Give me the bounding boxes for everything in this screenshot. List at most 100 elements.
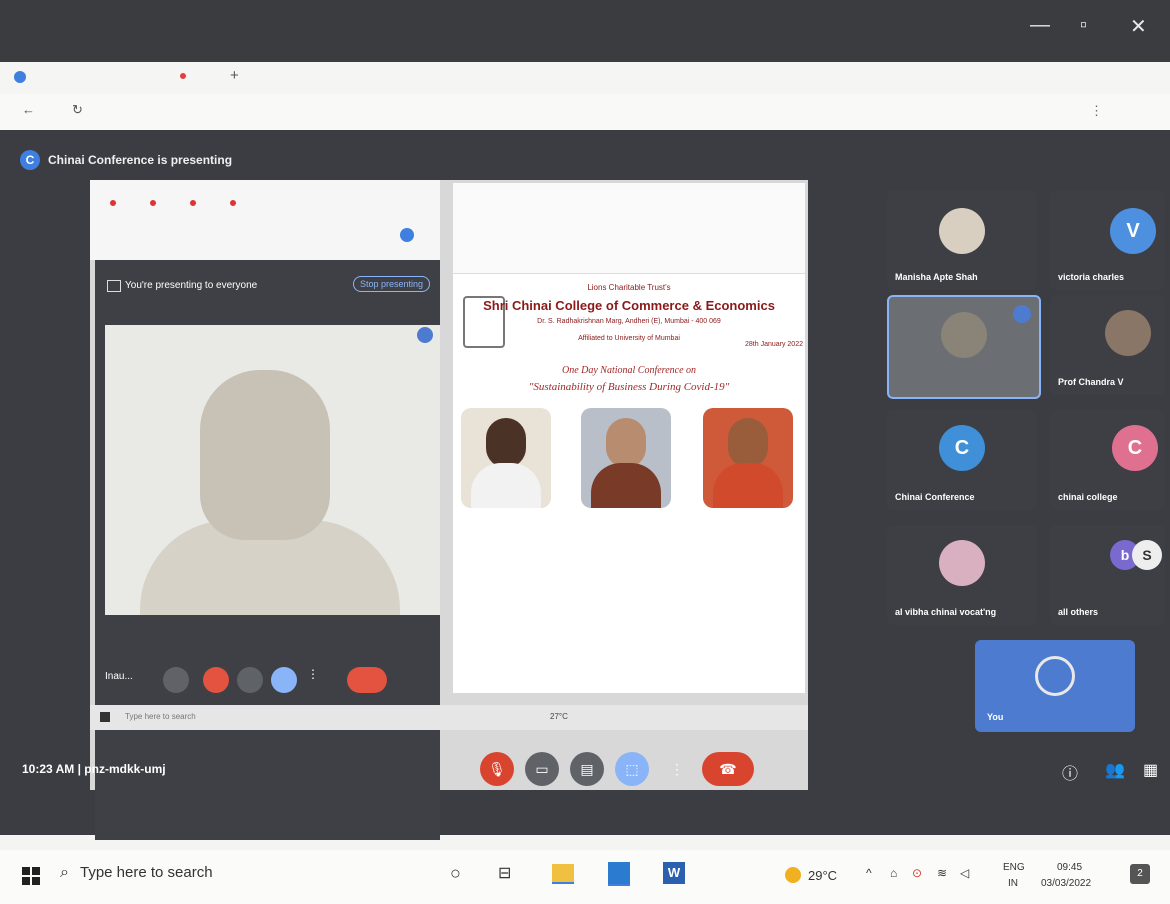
camera-off-icon <box>203 667 229 693</box>
avatar <box>939 540 985 586</box>
self-view-tile[interactable]: You <box>975 640 1135 732</box>
participant-name: Chinai Conference <box>895 492 975 502</box>
volume-icon[interactable]: ◁ <box>960 866 969 880</box>
reload-icon[interactable]: ↻ <box>72 102 83 118</box>
doc-address: Dr. S. Radhakrishnan Marg, Andheri (E), … <box>537 318 721 325</box>
doc-conference-theme: "Sustainability of Business During Covid… <box>528 381 730 393</box>
avatar: C <box>1112 425 1158 471</box>
participant-name: chinai college <box>1058 492 1118 502</box>
file-explorer-icon[interactable] <box>552 864 574 884</box>
activities-icon[interactable]: ▦ <box>1143 760 1158 780</box>
participant-name: victoria charles <box>1058 272 1125 282</box>
participant-tile-others[interactable]: b S all others <box>1050 525 1165 625</box>
captions-button[interactable]: ▤ <box>570 752 604 786</box>
doc-date: 28th January 2022 <box>745 341 803 348</box>
doc-conference-title: One Day National Conference on <box>561 365 697 376</box>
more-options-button[interactable]: ⋮ <box>660 752 694 786</box>
windows-start-icon <box>100 712 110 722</box>
participant-name: Manisha Apte Shah <box>895 272 978 282</box>
camera-button[interactable]: ▭ <box>525 752 559 786</box>
minimize-icon[interactable]: — <box>1030 14 1050 37</box>
app-icon[interactable] <box>608 862 630 886</box>
shared-screen: You're presenting to everyone Stop prese… <box>90 180 808 840</box>
captions-icon <box>237 667 263 693</box>
people-icon[interactable]: 👥 <box>1105 760 1125 780</box>
presenter-avatar: C <box>20 150 40 170</box>
taskbar-search-input[interactable]: Type here to search <box>80 864 213 881</box>
more-options-icon: ⋮ <box>307 667 319 681</box>
inner-browser-chrome <box>90 180 440 260</box>
participant-name: all others <box>1058 607 1099 617</box>
meeting-time-and-code: 10:23 AM | pnz-mdkk-umj <box>22 762 166 776</box>
participant-tile[interactable]: Prof Chandra V <box>1050 295 1165 395</box>
speaking-indicator-icon <box>1013 305 1031 323</box>
self-label: You <box>987 712 1004 722</box>
clock-time[interactable]: 09:45 <box>1057 862 1082 873</box>
network-icon[interactable]: ≋ <box>937 866 947 880</box>
participant-tile[interactable]: C Chinai Conference <box>887 410 1037 510</box>
avatar <box>939 208 985 254</box>
address-bar[interactable]: ← ↻ ⋮ <box>0 94 1170 131</box>
person-head <box>200 370 330 540</box>
language-indicator[interactable]: ENG <box>1003 862 1025 873</box>
mic-icon <box>163 667 189 693</box>
search-icon[interactable]: ⌕ <box>60 864 69 882</box>
menu-dots-icon[interactable]: ⋮ <box>1090 103 1103 119</box>
speaker-photo <box>703 408 793 508</box>
others-avatar: S <box>1132 540 1162 570</box>
keyboard-region[interactable]: IN <box>1008 878 1018 889</box>
inner-meeting-name: Inau... <box>105 671 133 682</box>
tray-app-icon[interactable]: ⊙ <box>912 866 922 880</box>
clock-date[interactable]: 03/03/2022 <box>1041 878 1091 889</box>
inner-taskbar: Type here to search 27°C <box>90 705 808 730</box>
participant-tile-active[interactable] <box>887 295 1041 399</box>
participant-tile[interactable]: al vibha chinai vocat'ng <box>887 525 1037 625</box>
pdf-viewer-toolbar <box>453 183 805 274</box>
profile-icon <box>400 228 414 242</box>
speaker-photo <box>461 408 551 508</box>
avatar: V <box>1110 208 1156 254</box>
speaker-photo <box>581 408 671 508</box>
participant-tile[interactable]: Manisha Apte Shah <box>887 190 1037 290</box>
present-icon <box>271 667 297 693</box>
chevron-up-icon[interactable]: ^ <box>866 866 872 880</box>
new-tab-icon[interactable]: + <box>230 67 239 84</box>
meet-tab-icon[interactable] <box>14 71 26 83</box>
tray-icon[interactable]: ⌂ <box>890 866 897 880</box>
divider: | <box>77 762 81 776</box>
presenting-to-everyone-text: You're presenting to everyone <box>125 280 258 291</box>
present-screen-icon <box>107 280 121 292</box>
avatar <box>1105 310 1151 356</box>
stop-presenting-button: Stop presenting <box>353 276 431 292</box>
close-icon[interactable]: ✕ <box>1130 14 1147 39</box>
temperature: 29°C <box>808 868 838 883</box>
present-button[interactable]: ⬚ <box>615 752 649 786</box>
meet-stage: C Chinai Conference is presenting You're… <box>0 130 1170 840</box>
inner-meet-window: You're presenting to everyone Stop prese… <box>95 260 440 840</box>
task-view-icon[interactable]: ⊟ <box>498 863 511 883</box>
participant-tile[interactable]: V victoria charles <box>1050 190 1165 290</box>
tab-dot-icon <box>150 200 156 206</box>
maximize-icon[interactable]: ▫ <box>1080 14 1087 37</box>
participant-name: Prof Chandra V <box>1058 377 1124 387</box>
word-icon[interactable]: W <box>663 862 685 884</box>
weather-icon <box>785 867 801 883</box>
leave-call-button[interactable]: ☎ <box>702 752 754 786</box>
participant-tile[interactable]: C chinai college <box>1050 410 1165 510</box>
windows-start-icon[interactable] <box>22 867 40 885</box>
meeting-code: pnz-mdkk-umj <box>84 762 166 776</box>
avatar <box>941 312 987 358</box>
notification-center-icon[interactable]: 2 <box>1130 864 1150 884</box>
back-icon[interactable]: ← <box>22 102 35 117</box>
presenting-banner: C Chinai Conference is presenting <box>20 150 232 170</box>
inner-search-text: Type here to search <box>125 712 196 721</box>
end-call-icon <box>347 667 387 693</box>
mic-off-button[interactable]: 🎙 <box>480 752 514 786</box>
info-icon[interactable]: ⓘ <box>1062 760 1078 784</box>
doc-college-name: Shri Chinai College of Commerce & Econom… <box>483 298 775 313</box>
participant-name: al vibha chinai vocat'ng <box>895 607 997 617</box>
self-avatar-icon <box>1035 656 1075 696</box>
presenting-text: Chinai Conference is presenting <box>48 153 233 167</box>
cortana-icon[interactable]: ○ <box>450 863 461 884</box>
avatar: C <box>939 425 985 471</box>
